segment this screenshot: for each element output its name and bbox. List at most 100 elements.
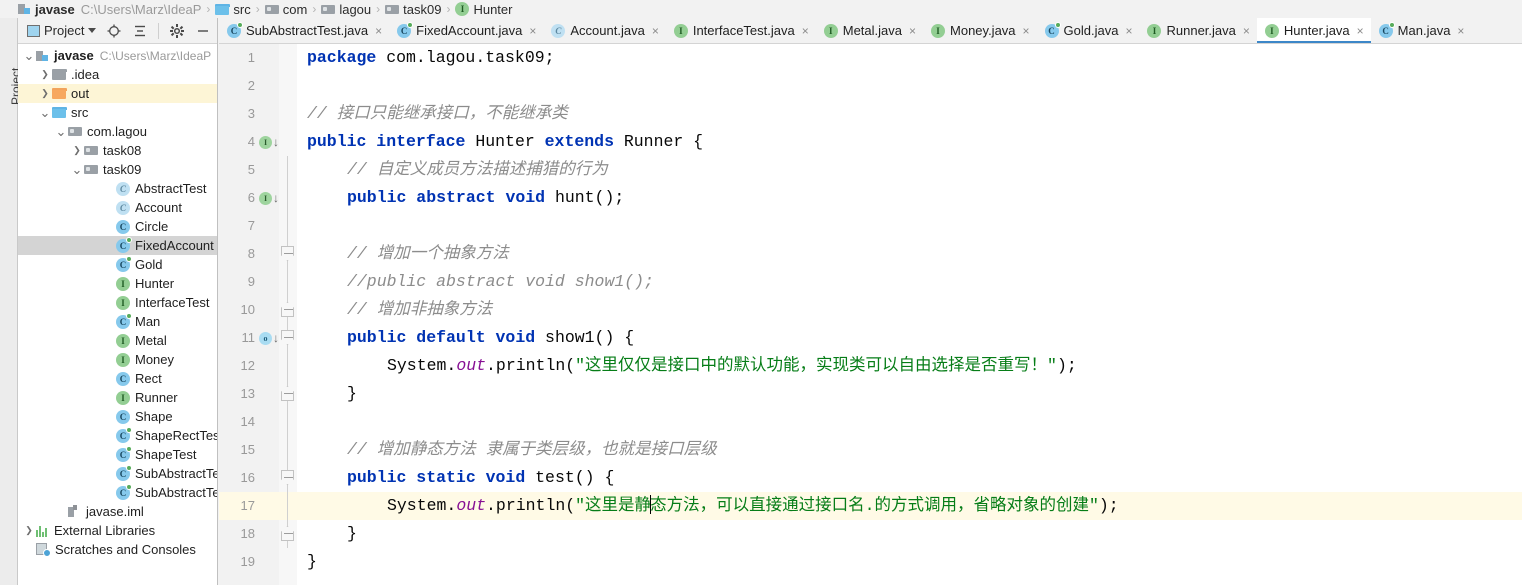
tree-item-money[interactable]: I Money (18, 350, 217, 369)
breadcrumb-item-task09[interactable]: task09 (385, 0, 441, 18)
breadcrumb-item-javase[interactable]: javase C:\Users\Marz\IdeaP (18, 0, 201, 18)
tree-item-javase-iml[interactable]: javase.iml (18, 502, 217, 521)
code-line-10[interactable]: 10 // 增加非抽象方法 (219, 296, 1522, 324)
tree-item-com-lagou[interactable]: ⌄ com.lagou (18, 122, 217, 141)
code-line-1[interactable]: 1 package com.lagou.task09; (219, 44, 1522, 72)
editor-tab-bar[interactable]: C SubAbstractTest.java × C FixedAccount.java… (219, 18, 1522, 44)
editor-tab-man-java[interactable]: C Man.java × (1371, 18, 1472, 43)
code-line-12[interactable]: 12 System.out.println("这里仅仅是接口中的默认功能，实现类可… (219, 352, 1522, 380)
project-tree[interactable]: ⌄ javase C:\Users\Marz\IdeaP ❯ .idea ❯ out ⌄ src… (18, 44, 217, 585)
code-text[interactable]: System.out.println("这里仅仅是接口中的默认功能，实现类可以自… (387, 352, 1077, 380)
tree-item-fixedaccount[interactable]: C FixedAccount (18, 236, 217, 255)
code-line-8[interactable]: 8 // 增加一个抽象方法 (219, 240, 1522, 268)
close-icon[interactable]: × (1357, 24, 1364, 38)
tree-item-interfacetest[interactable]: I InterfaceTest (18, 293, 217, 312)
tree-item-hunter[interactable]: I Hunter (18, 274, 217, 293)
code-line-7[interactable]: 7 (219, 212, 1522, 240)
editor-tab-interfacetest-java[interactable]: I InterfaceTest.java × (666, 18, 816, 43)
close-icon[interactable]: × (1243, 24, 1250, 38)
close-icon[interactable]: × (652, 24, 659, 38)
code-text[interactable]: System.out.println("这里是静态方法，可以直接通过接口名.的方… (387, 492, 1119, 520)
tree-item-rect[interactable]: C Rect (18, 369, 217, 388)
breadcrumb-item-hunter[interactable]: I Hunter (455, 0, 512, 18)
code-line-6[interactable]: 6 I ↓ public abstract void hunt(); (219, 184, 1522, 212)
code-line-4[interactable]: 4 I ↓ public interface Hunter extends Runne… (219, 128, 1522, 156)
close-icon[interactable]: × (375, 24, 382, 38)
code-line-20[interactable]: 20 (219, 576, 1522, 585)
close-icon[interactable]: × (1125, 24, 1132, 38)
code-text[interactable]: } (347, 520, 357, 548)
editor-tab-gold-java[interactable]: C Gold.java × (1037, 18, 1140, 43)
close-icon[interactable]: × (1457, 24, 1464, 38)
project-view-selector[interactable]: Project (24, 20, 99, 42)
tree-item-shape[interactable]: C Shape (18, 407, 217, 426)
code-line-16[interactable]: 16 public static void test() { (219, 464, 1522, 492)
tree-item-abstracttest[interactable]: C AbstractTest (18, 179, 217, 198)
code-text[interactable]: } (307, 548, 317, 576)
fold-marker-icon[interactable] (281, 246, 294, 261)
tree-item-task09[interactable]: ⌄ task09 (18, 160, 217, 179)
code-line-2[interactable]: 2 (219, 72, 1522, 100)
breadcrumb-item-com[interactable]: com (264, 0, 307, 18)
close-icon[interactable]: × (909, 24, 916, 38)
fold-marker-icon[interactable] (281, 386, 294, 401)
code-text[interactable]: public abstract void hunt(); (347, 184, 624, 212)
implemented-marker-icon[interactable]: I ↓ (259, 134, 285, 150)
code-line-17[interactable]: 17 System.out.println("这里是静态方法，可以直接通过接口名.… (219, 492, 1522, 520)
tree-item-javase[interactable]: ⌄ javase C:\Users\Marz\IdeaP (18, 46, 217, 65)
tree-item-scratches-and-consoles[interactable]: Scratches and Consoles (18, 540, 217, 559)
code-line-9[interactable]: 9 //public abstract void show1(); (219, 268, 1522, 296)
editor-tab-fixedaccount-java[interactable]: C FixedAccount.java × (389, 18, 543, 43)
chevron-right-icon[interactable]: ❯ (38, 88, 52, 99)
tree-item-shapetest[interactable]: C ShapeTest (18, 445, 217, 464)
fold-marker-icon[interactable] (281, 470, 294, 485)
tree-item-circle[interactable]: C Circle (18, 217, 217, 236)
chevron-right-icon[interactable]: ❯ (38, 69, 52, 80)
fold-marker-icon[interactable] (281, 302, 294, 317)
tree-item-task08[interactable]: ❯ task08 (18, 141, 217, 160)
editor-tab-metal-java[interactable]: I Metal.java × (816, 18, 923, 43)
caret-down-icon[interactable] (88, 28, 97, 33)
code-line-11[interactable]: 11 o ↓ public default void show1() { (219, 324, 1522, 352)
code-line-15[interactable]: 15 // 增加静态方法 隶属于类层级，也就是接口层级 (219, 436, 1522, 464)
chevron-down-icon[interactable]: ⌄ (22, 49, 36, 62)
breadcrumb-item-src[interactable]: src (215, 0, 251, 18)
code-line-14[interactable]: 14 (219, 408, 1522, 436)
code-text[interactable]: package com.lagou.task09; (307, 44, 555, 72)
tree-item-out[interactable]: ❯ out (18, 84, 217, 103)
tree-item-external-libraries[interactable]: ❯ External Libraries (18, 521, 217, 540)
chevron-down-icon[interactable]: ⌄ (70, 163, 84, 176)
editor-tab-money-java[interactable]: I Money.java × (923, 18, 1037, 43)
code-text[interactable]: // 增加非抽象方法 (347, 296, 492, 324)
editor-tab-hunter-java[interactable]: I Hunter.java × (1256, 18, 1371, 43)
tree-item-runner[interactable]: I Runner (18, 388, 217, 407)
gear-icon[interactable] (166, 20, 188, 42)
chevron-right-icon[interactable]: ❯ (22, 525, 36, 536)
chevron-right-icon[interactable]: ❯ (70, 145, 84, 156)
tree-item-gold[interactable]: C Gold (18, 255, 217, 274)
tree-item-man[interactable]: C Man (18, 312, 217, 331)
code-text[interactable]: // 自定义成员方法描述捕猎的行为 (347, 156, 608, 184)
code-line-13[interactable]: 13} (219, 380, 1522, 408)
tree-item-account[interactable]: C Account (18, 198, 217, 217)
implemented-marker-icon[interactable]: I ↓ (259, 190, 285, 206)
code-editor[interactable]: 1 package com.lagou.task09; 2 3 // 接口只能继承接口，… (219, 44, 1522, 585)
code-line-5[interactable]: 5 // 自定义成员方法描述捕猎的行为 (219, 156, 1522, 184)
locate-target-icon[interactable] (103, 20, 125, 42)
fold-marker-icon[interactable] (281, 526, 294, 541)
close-icon[interactable]: × (802, 24, 809, 38)
editor-tab-subabstracttest-java[interactable]: C SubAbstractTest.java × (219, 18, 389, 43)
close-icon[interactable]: × (1023, 24, 1030, 38)
code-text[interactable]: // 增加一个抽象方法 (347, 240, 509, 268)
chevron-down-icon[interactable]: ⌄ (38, 106, 52, 119)
tree-item-shaperecttest[interactable]: C ShapeRectTest (18, 426, 217, 445)
close-icon[interactable]: × (529, 24, 536, 38)
editor-tab-runner-java[interactable]: I Runner.java × (1139, 18, 1256, 43)
code-text[interactable]: public interface Hunter extends Runner { (307, 128, 703, 156)
code-text[interactable]: //public abstract void show1(); (347, 268, 654, 296)
tree-item-subabstracttes[interactable]: C SubAbstractTes (18, 464, 217, 483)
code-line-19[interactable]: 19} (219, 548, 1522, 576)
tree-item-subabstracttes[interactable]: C SubAbstractTes (18, 483, 217, 502)
chevron-down-icon[interactable]: ⌄ (54, 125, 68, 138)
tree-item-src[interactable]: ⌄ src (18, 103, 217, 122)
